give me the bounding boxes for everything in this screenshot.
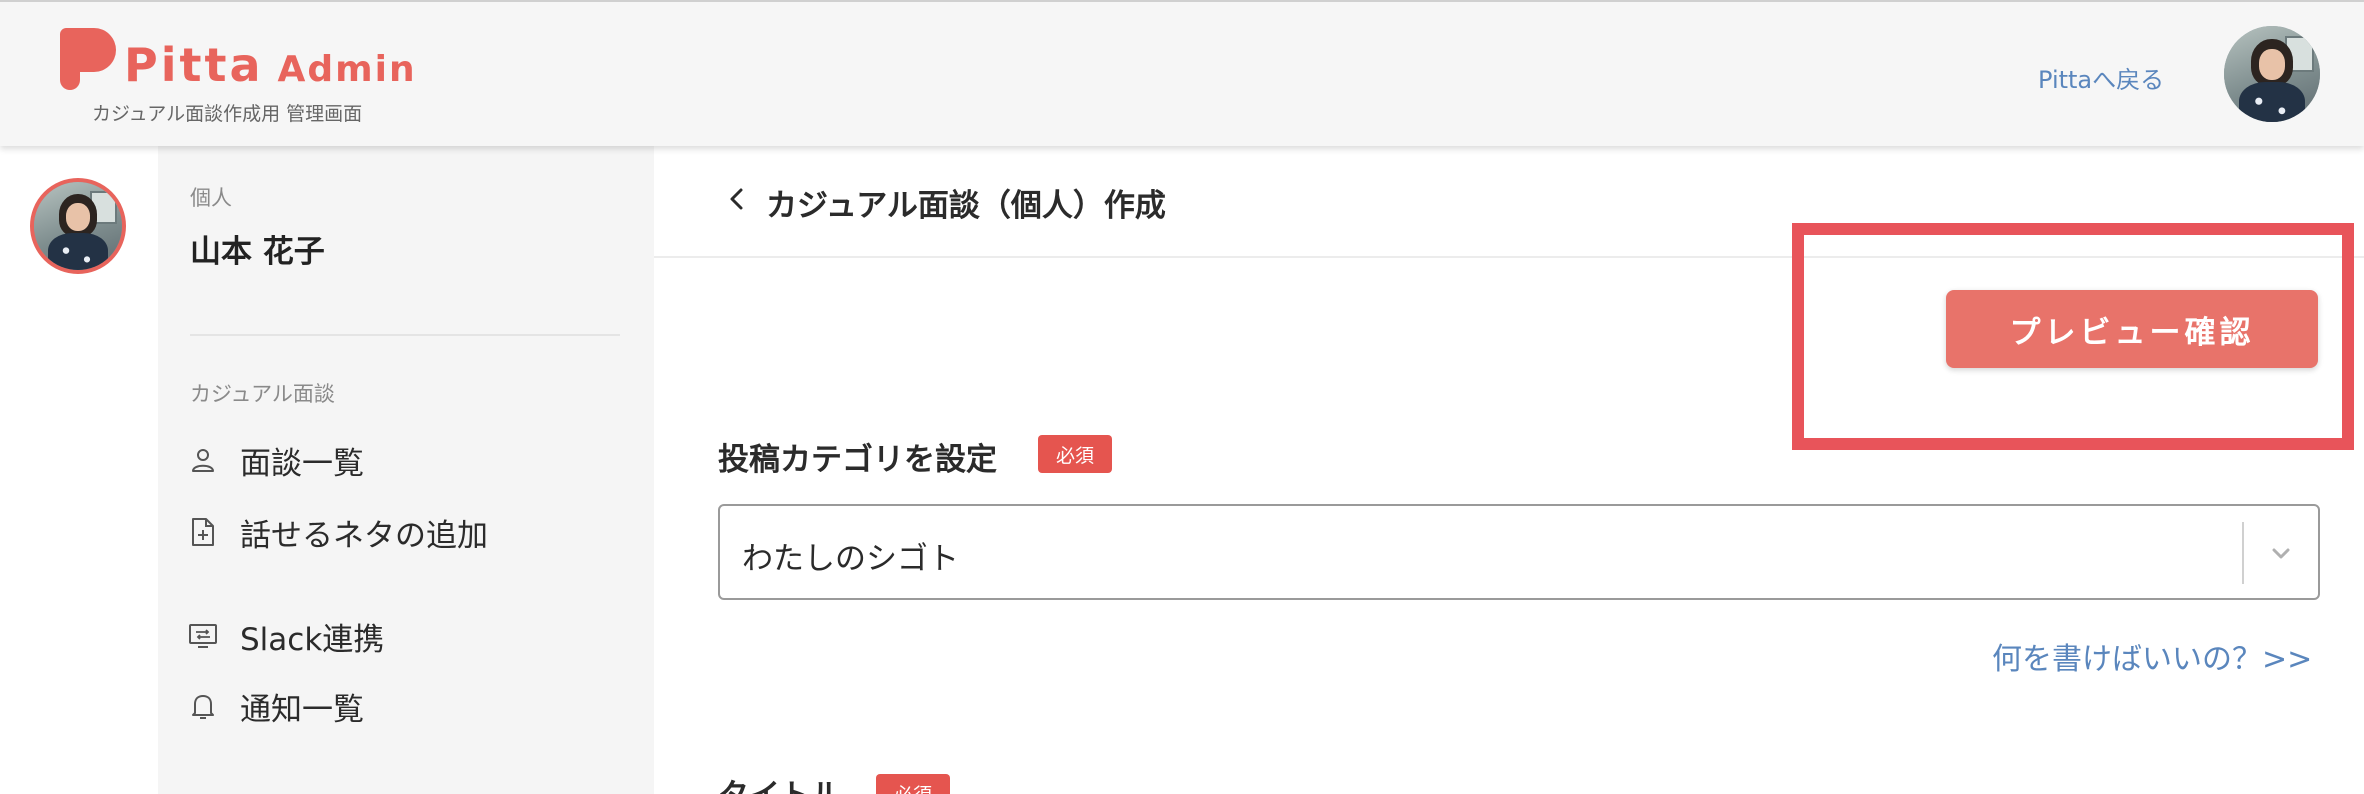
logo-text: Pitta — [124, 38, 264, 92]
logo-wordmark[interactable]: Pitta Admin — [124, 38, 417, 97]
sidebar-item-label: 面談一覧 — [240, 445, 364, 482]
sidebar: 個人 山本 花子 カジュアル面談 面談一覧 話せるネタの追加 Slack連携 通… — [158, 146, 654, 794]
chevron-down-icon[interactable] — [2266, 538, 2296, 568]
add-document-icon — [188, 517, 218, 547]
chevron-left-icon[interactable] — [722, 184, 752, 214]
sidebar-avatar[interactable] — [30, 178, 126, 274]
sidebar-item-slack[interactable]: Slack連携 — [188, 614, 384, 658]
page-header: カジュアル面談（個人）作成 — [654, 146, 2364, 258]
sidebar-item-interview-list[interactable]: 面談一覧 — [188, 438, 364, 482]
person-icon — [188, 445, 218, 475]
header-avatar[interactable] — [2224, 26, 2320, 122]
sidebar-divider — [190, 334, 620, 336]
title-label: タイトル — [718, 770, 842, 794]
section-label-individual: 個人 — [190, 186, 232, 210]
preview-button[interactable]: プレビュー確認 — [1946, 290, 2318, 368]
page-title: カジュアル面談（個人）作成 — [766, 188, 1166, 224]
sidebar-item-add-topic[interactable]: 話せるネタの追加 — [188, 510, 488, 554]
category-select-value: わたしのシゴト — [742, 541, 959, 577]
logo-admin-text: Admin — [277, 49, 417, 90]
pitta-logo-icon[interactable] — [60, 28, 116, 90]
sidebar-item-label: 話せるネタの追加 — [240, 517, 488, 554]
logo-subtitle: カジュアル面談作成用 管理画面 — [92, 103, 363, 125]
category-label: 投稿カテゴリを設定 — [718, 442, 997, 478]
category-select[interactable]: わたしのシゴト — [718, 504, 2320, 600]
required-badge: 必須 — [876, 774, 950, 794]
sidebar-item-notifications[interactable]: 通知一覧 — [188, 684, 364, 728]
slack-integration-icon — [188, 621, 218, 651]
sidebar-item-label: Slack連携 — [240, 621, 385, 658]
bell-icon — [188, 691, 218, 721]
back-to-pitta-link[interactable]: Pittaへ戻る — [2038, 60, 2164, 95]
help-link[interactable]: 何を書けばいいの？>> — [1992, 634, 2312, 678]
user-name: 山本 花子 — [190, 234, 325, 270]
sidebar-item-label: 通知一覧 — [240, 691, 364, 728]
section-label-casual: カジュアル面談 — [190, 382, 335, 406]
required-badge: 必須 — [1038, 435, 1112, 473]
top-header: Pitta Admin カジュアル面談作成用 管理画面 Pittaへ戻る — [0, 0, 2364, 146]
main-content: カジュアル面談（個人）作成 プレビュー確認 投稿カテゴリを設定 必須 わたしのシ… — [654, 146, 2364, 794]
select-divider — [2242, 522, 2244, 584]
